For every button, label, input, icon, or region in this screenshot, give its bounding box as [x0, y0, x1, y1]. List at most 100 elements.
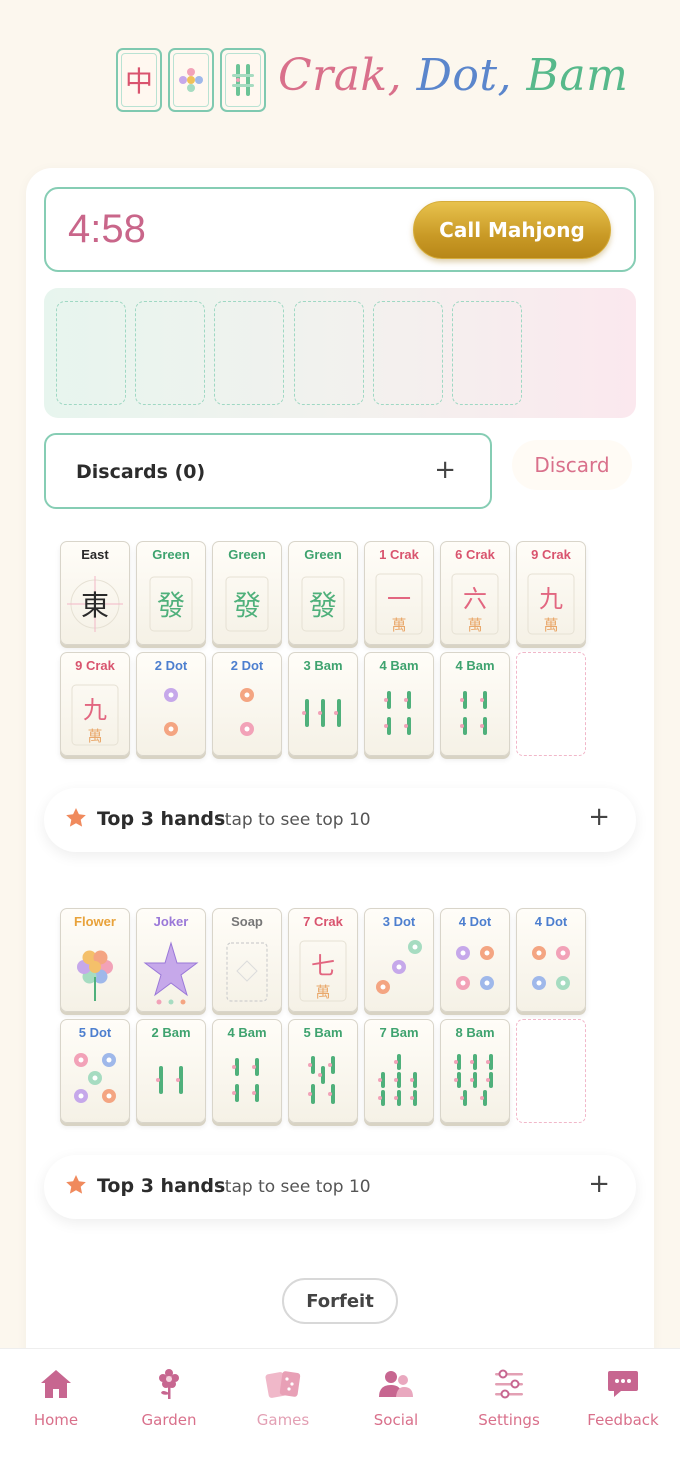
svg-text:萬: 萬 [315, 983, 330, 1001]
exposure-slots [44, 288, 636, 418]
mahjong-tile[interactable]: 2 Dot [136, 652, 206, 756]
dragon-tile-art: 發 [301, 576, 345, 632]
tile-label: 1 Crak [379, 547, 419, 562]
mahjong-tile[interactable]: Soap [212, 908, 282, 1012]
svg-text:東: 東 [81, 589, 109, 622]
tile-label: 2 Dot [230, 658, 264, 673]
logo-tile-crak: 中 [116, 48, 162, 112]
empty-tile-slot[interactable] [516, 1019, 586, 1123]
empty-tile-slot[interactable] [516, 652, 586, 756]
tile-label: 5 Dot [78, 1025, 112, 1040]
dragon-tile-art: 發 [225, 576, 269, 632]
mahjong-tile[interactable]: 4 Bam [212, 1019, 282, 1123]
tile-label: Soap [231, 914, 263, 929]
svg-text:萬: 萬 [543, 616, 558, 634]
empty-slot[interactable] [214, 301, 284, 405]
mahjong-tile[interactable]: 8 Bam [440, 1019, 510, 1123]
bam-tile-art [302, 699, 341, 727]
svg-text:七: 七 [311, 952, 335, 980]
logo-tiles: 中 [116, 48, 266, 112]
soap-tile-art [226, 942, 268, 1002]
expand-icon[interactable]: + [588, 802, 610, 832]
mahjong-tile[interactable]: East 東 [60, 541, 130, 645]
tile-label: 2 Bam [151, 1025, 191, 1040]
timer-panel: 4:58 Call Mahjong [44, 187, 636, 272]
tile-label: Flower [74, 914, 116, 929]
bam-tile-art [384, 691, 411, 735]
empty-slot[interactable] [294, 301, 364, 405]
tile-label: 9 Crak [75, 658, 115, 673]
dot-tile-art [532, 946, 570, 990]
tile-label: 4 Dot [458, 914, 492, 929]
bamboo-icon [232, 64, 254, 96]
crak-tile-art: 六萬 [451, 573, 499, 635]
mahjong-tile[interactable]: 7 Crak 七萬 [288, 908, 358, 1012]
mahjong-tile[interactable]: Joker [136, 908, 206, 1012]
svg-text:發: 發 [309, 589, 337, 622]
tile-label: Green [152, 547, 190, 562]
mahjong-tile[interactable]: 2 Dot [212, 652, 282, 756]
nav-games[interactable]: Games [228, 1367, 338, 1429]
mahjong-tile[interactable]: Flower [60, 908, 130, 1012]
svg-text:六: 六 [463, 585, 487, 613]
mahjong-tile[interactable]: 5 Dot [60, 1019, 130, 1123]
tile-label: 4 Bam [379, 658, 419, 673]
expand-icon[interactable]: + [588, 1169, 610, 1199]
svg-text:發: 發 [157, 589, 185, 622]
forfeit-button[interactable]: Forfeit [282, 1278, 398, 1324]
logo-tile-bam [220, 48, 266, 112]
people-icon [379, 1371, 413, 1397]
tile-label: 7 Crak [303, 914, 343, 929]
tile-label: Green [304, 547, 342, 562]
discards-label: Discards (0) [76, 461, 206, 483]
top-hands-panel[interactable]: Top 3 hands · tap to see top 10 + [44, 788, 636, 852]
top-hands-panel[interactable]: Top 3 hands · tap to see top 10 + [44, 1155, 636, 1219]
timer: 4:58 [68, 207, 146, 251]
tile-label: Green [228, 547, 266, 562]
empty-slot[interactable] [452, 301, 522, 405]
sliders-icon [495, 1369, 523, 1399]
dragon-tile-art: 發 [149, 576, 193, 632]
mahjong-tile[interactable]: Green 發 [136, 541, 206, 645]
mahjong-tile[interactable]: 3 Bam [288, 652, 358, 756]
mahjong-tile[interactable]: 3 Dot [364, 908, 434, 1012]
flower-tile-art [77, 950, 113, 1001]
discard-button[interactable]: Discard [512, 440, 632, 490]
empty-slot[interactable] [56, 301, 126, 405]
bam-tile-art [156, 1066, 183, 1094]
mahjong-tile[interactable]: Green 發 [288, 541, 358, 645]
call-mahjong-button[interactable]: Call Mahjong [413, 201, 611, 259]
empty-slot[interactable] [135, 301, 205, 405]
mahjong-tile[interactable]: 2 Bam [136, 1019, 206, 1123]
expand-icon[interactable]: + [434, 455, 456, 485]
mahjong-tile[interactable]: 4 Dot [440, 908, 510, 1012]
nav-feedback[interactable]: Feedback [568, 1367, 678, 1429]
bam-tile-art [378, 1054, 417, 1106]
tile-label: 5 Bam [303, 1025, 343, 1040]
crak-tile-art: 九萬 [71, 684, 119, 746]
nav-home[interactable]: Home [1, 1367, 111, 1429]
mahjong-tile[interactable]: 6 Crak 六萬 [440, 541, 510, 645]
tile-label: 4 Bam [455, 658, 495, 673]
mahjong-tile[interactable]: 4 Bam [364, 652, 434, 756]
flower-icon [159, 1369, 179, 1399]
nav-settings[interactable]: Settings [454, 1367, 564, 1429]
crak-tile-art: 九萬 [527, 573, 575, 635]
top-hands-title: Top 3 hands [97, 808, 226, 830]
nav-garden[interactable]: Garden [114, 1367, 224, 1429]
mahjong-tile[interactable]: 7 Bam [364, 1019, 434, 1123]
mahjong-tile[interactable]: 4 Dot [516, 908, 586, 1012]
mahjong-tile[interactable]: 9 Crak 九萬 [60, 652, 130, 756]
discards-panel[interactable]: Discards (0) + [44, 433, 492, 509]
mahjong-tile[interactable]: 5 Bam [288, 1019, 358, 1123]
nav-social[interactable]: Social [341, 1367, 451, 1429]
mahjong-tile[interactable]: 4 Bam [440, 652, 510, 756]
mahjong-tile[interactable]: 1 Crak 一萬 [364, 541, 434, 645]
mahjong-tile[interactable]: 9 Crak 九萬 [516, 541, 586, 645]
dot-tile-art [240, 688, 254, 736]
mahjong-tile[interactable]: Green 發 [212, 541, 282, 645]
empty-slot[interactable] [373, 301, 443, 405]
bottom-nav: Home Garden Games Social Settings Feedba… [0, 1348, 680, 1474]
top-hands-hint: · tap to see top 10 [214, 1177, 371, 1197]
crak-tile-art: 七萬 [299, 940, 347, 1002]
